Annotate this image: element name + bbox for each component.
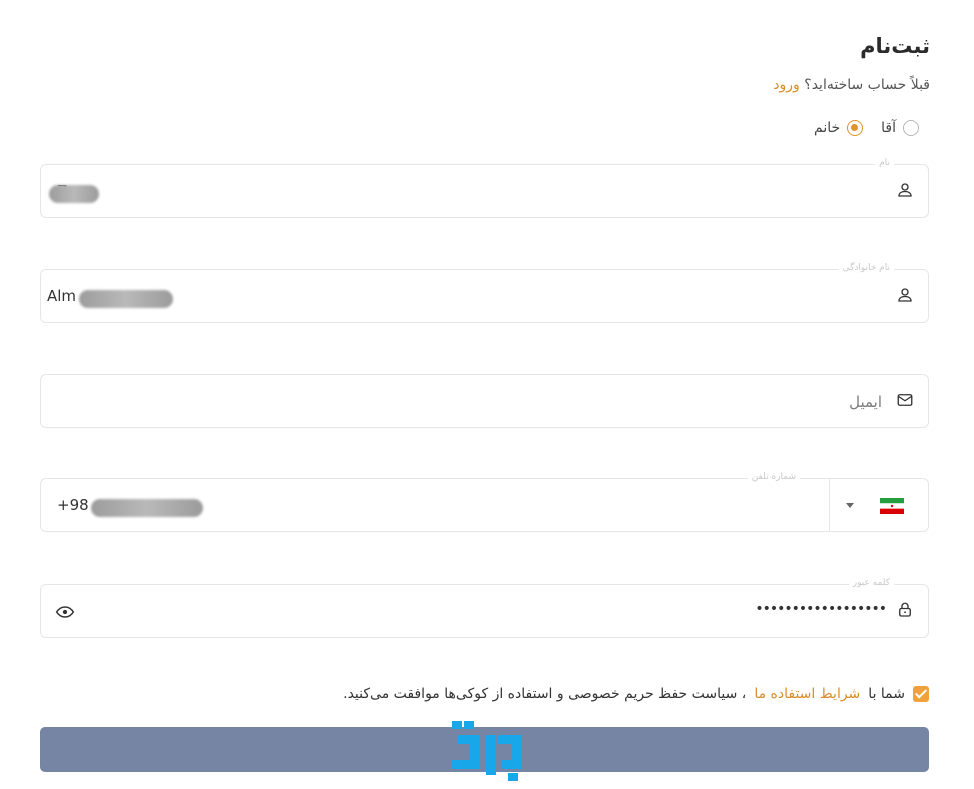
envelope-icon	[897, 394, 913, 406]
iran-flag-icon	[880, 498, 904, 514]
gender-label-male: آقا	[881, 120, 896, 136]
user-icon	[898, 183, 912, 197]
first-name-field[interactable]: نام Z	[40, 158, 929, 218]
last-name-label: نام خانوادگی	[838, 263, 894, 273]
redaction-blur	[79, 290, 173, 308]
page-title: ثبت‌نام	[860, 34, 930, 58]
email-field[interactable]: ایمیل	[40, 374, 929, 428]
gender-label-female: خانم	[814, 120, 841, 136]
password-value: ••••••••••••••••••	[755, 601, 887, 617]
gender-option-male[interactable]: آقا	[881, 120, 919, 136]
terms-checkbox[interactable]	[913, 686, 929, 702]
watermark-logo	[452, 721, 522, 781]
login-prompt: قبلاً حساب ساخته‌اید؟ ورود	[773, 77, 930, 93]
radio-male[interactable]	[903, 120, 919, 136]
country-selector[interactable]	[846, 497, 904, 517]
terms-consent: شما با شرایط استفاده ما ، سیاست حفظ حریم…	[343, 686, 929, 702]
last-name-field[interactable]: نام خانوادگی Alm	[40, 263, 929, 323]
redaction-blur	[49, 185, 99, 203]
consent-suffix: ، سیاست حفظ حریم خصوصی و استفاده از کوکی…	[343, 686, 747, 702]
first-name-label: نام	[875, 158, 894, 168]
phone-value: +98	[57, 496, 89, 514]
gender-selector: آقا خانم	[806, 120, 919, 136]
lock-icon	[899, 602, 911, 617]
country-divider	[829, 479, 830, 531]
gender-option-female[interactable]: خانم	[814, 120, 864, 136]
consent-prefix: شما با	[868, 686, 905, 702]
phone-label: شماره تلفن	[747, 472, 800, 482]
radio-female[interactable]	[847, 120, 864, 136]
login-link[interactable]: ورود	[773, 77, 800, 93]
phone-field[interactable]: شماره تلفن +98	[40, 472, 929, 532]
password-field[interactable]: کلمه عبور ••••••••••••••••••	[40, 578, 929, 638]
eye-icon[interactable]	[55, 602, 75, 622]
last-name-value: Alm	[47, 287, 77, 305]
terms-link[interactable]: شرایط استفاده ما	[754, 686, 860, 702]
password-label: کلمه عبور	[848, 578, 894, 588]
user-icon	[898, 288, 912, 302]
login-prompt-text: قبلاً حساب ساخته‌اید؟	[804, 77, 930, 93]
email-placeholder: ایمیل	[849, 393, 882, 411]
chevron-down-icon	[846, 503, 854, 508]
redaction-blur	[91, 499, 203, 517]
